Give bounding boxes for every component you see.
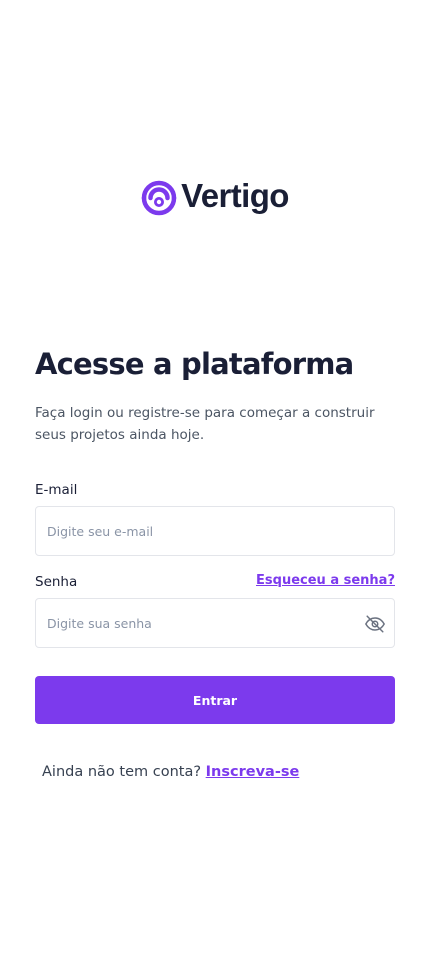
signup-link[interactable]: Inscreva-se (206, 764, 300, 780)
password-field-wrapper (35, 598, 395, 648)
brand-name: Vertigo (181, 177, 289, 214)
email-label: E-mail (35, 482, 78, 498)
password-label: Senha (35, 574, 78, 590)
eye-off-icon[interactable] (362, 611, 388, 637)
password-input[interactable] (36, 599, 394, 647)
signup-prompt-text: Ainda não tem conta? (42, 764, 202, 780)
signup-prompt: Ainda não tem conta? Inscreva-se (42, 762, 299, 782)
page-title: Acesse a plataforma (35, 347, 354, 381)
login-page: Vertigo Acesse a plataforma Faça login o… (0, 0, 430, 953)
login-button[interactable]: Entrar (35, 676, 395, 724)
vertigo-logo-icon (141, 180, 177, 216)
email-input[interactable] (36, 507, 394, 555)
email-field-wrapper (35, 506, 395, 556)
forgot-password-link[interactable]: Esqueceu a senha? (256, 572, 395, 590)
page-subtitle: Faça login ou registre-se para começar a… (35, 405, 375, 443)
brand-logo: Vertigo (0, 176, 430, 216)
